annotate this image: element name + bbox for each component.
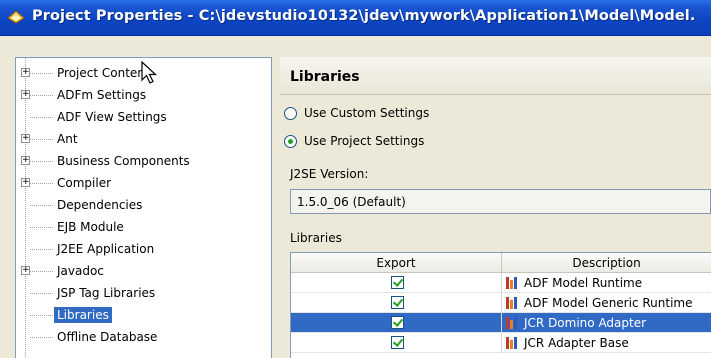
table-row[interactable]: ADF Model Generic Runtime <box>291 293 711 313</box>
expand-plus-icon[interactable]: + <box>21 68 30 77</box>
tree-connector <box>30 183 53 184</box>
tree-item-label: EJB Module <box>57 220 124 234</box>
tree-connector <box>30 73 53 74</box>
tree-item-adfm-settings[interactable]: + ADFm Settings <box>16 84 271 106</box>
title-bar[interactable]: Project Properties - C:\jdevstudio10132\… <box>0 0 711 36</box>
export-cell <box>291 333 502 353</box>
tree-item-libraries[interactable]: Libraries <box>16 304 271 326</box>
description-cell: ADF Model Runtime <box>502 273 711 293</box>
description-cell: ADF Model Generic Runtime <box>502 293 711 313</box>
tree-item-jsp-tag-libraries[interactable]: JSP Tag Libraries <box>16 282 271 304</box>
tree-item-ant[interactable]: + Ant <box>16 128 271 150</box>
library-name: JCR Domino Adapter <box>524 316 647 330</box>
description-cell: JCR Adapter Base <box>502 333 711 353</box>
expand-plus-icon[interactable]: + <box>21 90 30 99</box>
jdeveloper-app-icon <box>7 10 25 24</box>
settings-tree[interactable]: + Project Content + ADFm Settings ADF Vi… <box>15 57 272 358</box>
tree-item-label: ADFm Settings <box>57 88 147 102</box>
library-name: JCR Adapter Base <box>524 336 629 350</box>
tree-connector <box>30 139 53 140</box>
tree-item-label: Project Content <box>57 66 150 80</box>
tree-item-compiler[interactable]: + Compiler <box>16 172 271 194</box>
radio-unselected-icon[interactable] <box>284 107 297 120</box>
tree-item-ejb-module[interactable]: EJB Module <box>16 216 271 238</box>
tree-item-label: Business Components <box>57 154 190 168</box>
tree-item-label: JSP Tag Libraries <box>57 286 156 300</box>
tree-connector <box>30 249 53 250</box>
tree-item-label: J2EE Application <box>57 242 155 256</box>
j2se-version-value: 1.5.0_06 (Default) <box>297 195 406 209</box>
libraries-table[interactable]: Export Description ADF Model Runtime ADF… <box>290 252 711 358</box>
tree-connector <box>30 205 53 206</box>
tree-item-javadoc[interactable]: + Javadoc <box>16 260 271 282</box>
j2se-version-field[interactable]: 1.5.0_06 (Default) <box>290 189 711 214</box>
tree-connector <box>30 161 53 162</box>
tree-item-label: Libraries <box>54 307 112 323</box>
mouse-cursor-icon <box>141 61 158 84</box>
tree-item-adf-view-settings[interactable]: ADF View Settings <box>16 106 271 128</box>
export-checkbox[interactable] <box>391 276 404 289</box>
export-cell <box>291 313 502 333</box>
expand-plus-icon[interactable]: + <box>21 178 30 187</box>
tree-item-label: Compiler <box>57 176 112 190</box>
radio-selected-icon[interactable] <box>284 135 297 148</box>
tree-item-label: Offline Database <box>57 330 158 344</box>
library-icon <box>506 277 520 289</box>
tree-item-label: Ant <box>57 132 78 146</box>
table-row-selected[interactable]: JCR Domino Adapter <box>291 313 711 333</box>
export-cell <box>291 273 502 293</box>
tree-connector <box>30 271 53 272</box>
j2se-version-label: J2SE Version: <box>290 167 369 181</box>
library-name: ADF Model Generic Runtime <box>524 296 693 310</box>
tree-item-offline-database[interactable]: Offline Database <box>16 326 271 348</box>
tree-item-business-components[interactable]: + Business Components <box>16 150 271 172</box>
tree-connector <box>30 315 53 316</box>
description-cell: JCR Domino Adapter <box>502 313 711 333</box>
export-checkbox[interactable] <box>391 316 404 329</box>
window-title: Project Properties - C:\jdevstudio10132\… <box>32 8 696 24</box>
radio-label: Use Project Settings <box>304 134 425 148</box>
panel-header: Libraries <box>280 57 711 95</box>
column-header-export[interactable]: Export <box>291 253 502 273</box>
column-header-description[interactable]: Description <box>502 253 711 273</box>
expand-plus-icon[interactable]: + <box>21 266 30 275</box>
tree-connector <box>30 337 53 338</box>
tree-connector <box>30 227 53 228</box>
export-checkbox[interactable] <box>391 296 404 309</box>
tree-connector <box>30 293 53 294</box>
tree-connector <box>30 95 53 96</box>
library-icon <box>506 337 520 349</box>
export-cell <box>291 293 502 313</box>
tree-item-label: Dependencies <box>57 198 143 212</box>
tree-item-label: Javadoc <box>57 264 104 278</box>
libraries-label: Libraries <box>290 231 342 245</box>
table-row[interactable]: ADF Model Runtime <box>291 273 711 293</box>
library-icon <box>506 297 520 309</box>
expand-plus-icon[interactable]: + <box>21 134 30 143</box>
tree-item-j2ee-application[interactable]: J2EE Application <box>16 238 271 260</box>
export-checkbox[interactable] <box>391 336 404 349</box>
library-icon <box>506 317 520 329</box>
tree-connector <box>30 117 53 118</box>
library-name: ADF Model Runtime <box>524 276 643 290</box>
table-row[interactable]: JCR Adapter Base <box>291 333 711 353</box>
tree-item-dependencies[interactable]: Dependencies <box>16 194 271 216</box>
tree-item-label: ADF View Settings <box>57 110 167 124</box>
expand-plus-icon[interactable]: + <box>21 156 30 165</box>
radio-label: Use Custom Settings <box>304 106 430 120</box>
page-title: Libraries <box>290 69 360 85</box>
